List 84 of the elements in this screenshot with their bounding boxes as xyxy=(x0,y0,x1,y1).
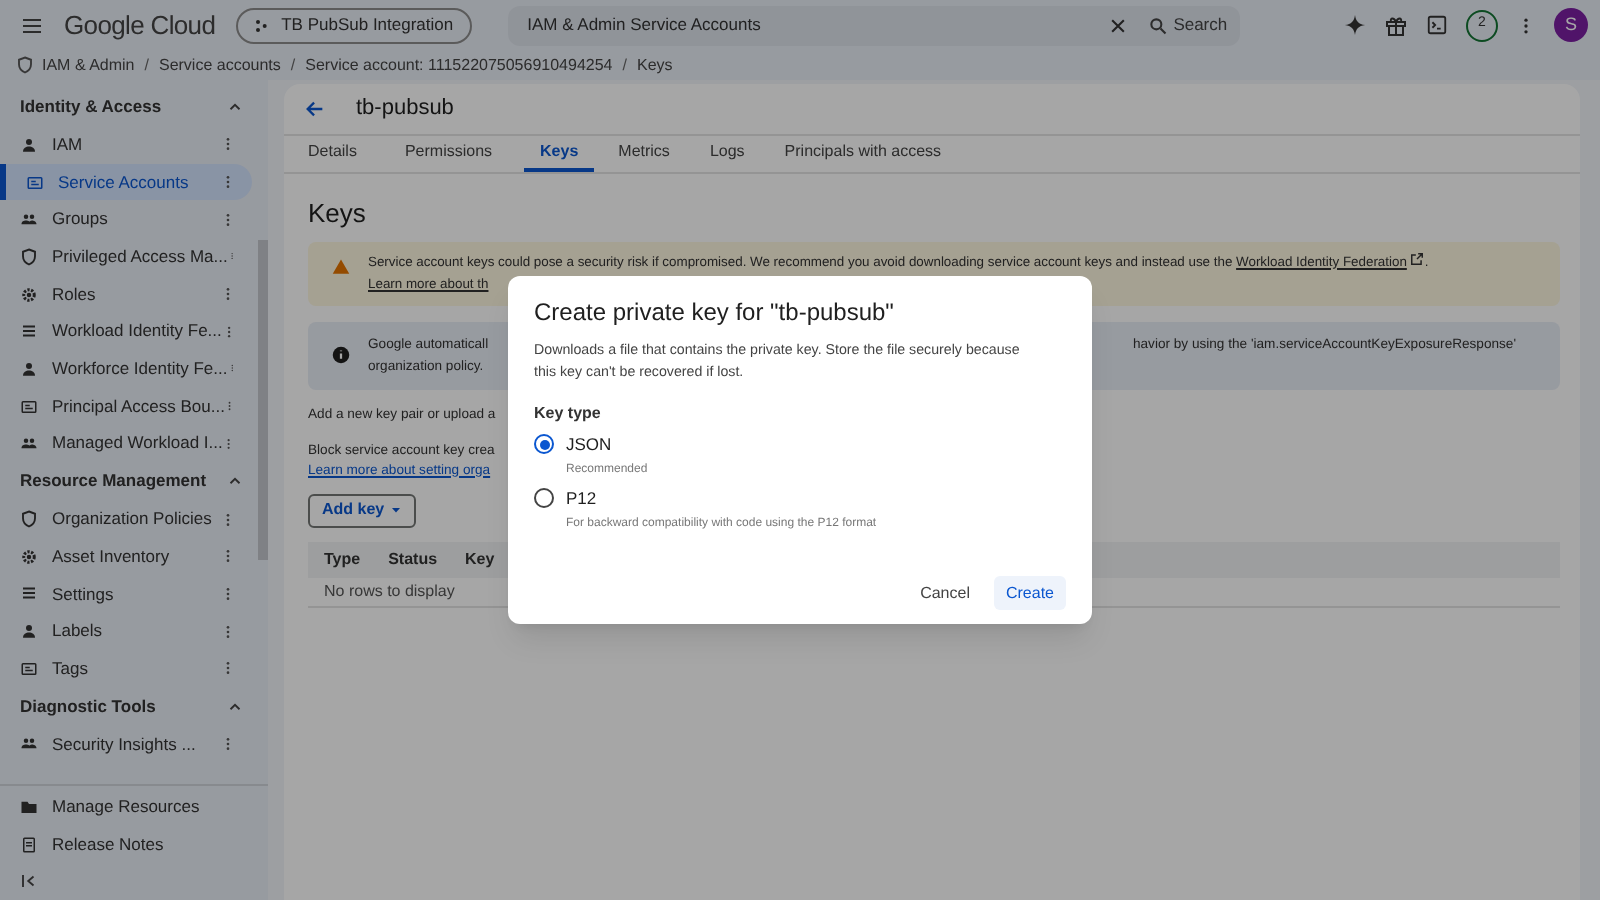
sidebar-item[interactable]: Workforce Identity Fe... xyxy=(0,350,252,388)
folder-icon xyxy=(20,798,38,816)
radio-button[interactable] xyxy=(534,487,554,508)
list-icon xyxy=(20,322,38,341)
dots-icon xyxy=(253,17,270,33)
terminal-icon[interactable] xyxy=(1426,14,1448,36)
option-label: P12 xyxy=(566,485,599,511)
dialog-title: Create private key for "tb-pubsub" xyxy=(534,296,896,330)
back-arrow-icon[interactable] xyxy=(304,98,326,120)
breadcrumb-link[interactable]: IAM & Admin xyxy=(42,53,135,77)
sparkle-icon[interactable] xyxy=(1344,14,1366,36)
tab[interactable]: Details xyxy=(292,136,373,172)
tab[interactable]: Metrics xyxy=(602,136,686,172)
logo-text: Google Cloud xyxy=(64,7,216,44)
collapse-icon[interactable] xyxy=(20,871,38,889)
search-icon xyxy=(1147,15,1168,35)
sidebar-item[interactable]: IAM xyxy=(0,126,252,164)
scrollbar[interactable] xyxy=(258,240,268,560)
shield-icon xyxy=(16,56,34,74)
sidebar-item[interactable]: Asset Inventory xyxy=(0,537,252,576)
people-icon xyxy=(20,210,38,229)
column-header: Status xyxy=(388,547,438,572)
list-icon xyxy=(20,584,38,603)
tab[interactable]: Logs xyxy=(693,136,761,172)
search-button[interactable]: Search xyxy=(1147,12,1228,38)
person-icon xyxy=(20,622,38,641)
sidebar-item[interactable]: Settings xyxy=(0,575,252,613)
breadcrumb-link[interactable]: Keys xyxy=(636,53,673,77)
id-card-icon xyxy=(20,397,38,416)
id-card-icon xyxy=(26,173,44,192)
section-title: Identity & Access xyxy=(20,94,164,120)
tab[interactable]: Principals with access xyxy=(768,136,958,172)
chevron-up-icon[interactable] xyxy=(226,98,244,116)
id-card-icon xyxy=(20,659,38,678)
section-title: Resource Management xyxy=(20,468,209,495)
info-icon xyxy=(332,346,350,364)
document-icon xyxy=(20,836,38,854)
breadcrumb-separator: / xyxy=(288,53,298,77)
sidebar-item[interactable]: Principal Access Bou... xyxy=(0,387,252,425)
column-header: Type xyxy=(324,547,361,572)
gift-icon[interactable] xyxy=(1384,13,1408,37)
radio-button[interactable] xyxy=(534,434,554,454)
person-icon xyxy=(20,359,38,378)
section-heading: Keys xyxy=(308,196,368,232)
breadcrumb-link[interactable]: Service accounts xyxy=(158,53,281,77)
sidebar-item[interactable]: Tags xyxy=(0,649,252,688)
empty-message: No rows to display xyxy=(324,579,455,604)
group-label: Key type xyxy=(534,402,603,426)
breadcrumb-separator: / xyxy=(620,53,629,77)
section-title: Diagnostic Tools xyxy=(20,693,158,719)
option-label: JSON xyxy=(566,432,614,458)
person-icon xyxy=(20,135,38,154)
column-header: Key xyxy=(465,547,495,572)
external-link-icon xyxy=(1410,251,1425,265)
warning-icon xyxy=(332,257,350,275)
breadcrumb-link[interactable]: Service account: 111522075056910494254 xyxy=(305,53,613,77)
shield-icon xyxy=(20,510,38,529)
people-icon xyxy=(20,734,38,753)
footer-item[interactable]: Release Notes xyxy=(0,826,256,864)
sidebar-item[interactable]: Privileged Access Ma... xyxy=(0,238,252,276)
footer-item[interactable]: Manage Resources xyxy=(0,788,256,826)
close-icon[interactable] xyxy=(1107,15,1128,35)
cancel-button[interactable]: Cancel xyxy=(908,576,982,610)
sidebar-item[interactable]: Roles xyxy=(0,275,252,313)
people-icon xyxy=(20,434,38,453)
tab[interactable]: Keys xyxy=(524,136,595,172)
caret-icon xyxy=(390,504,403,517)
sidebar-item[interactable]: Security Insights ... xyxy=(0,725,252,763)
add-key-button[interactable]: Add key xyxy=(308,493,417,528)
sidebar-item[interactable]: Service Accounts xyxy=(0,163,252,201)
breadcrumb-separator: / xyxy=(142,53,151,77)
sidebar-item[interactable]: Workload Identity Fe... xyxy=(0,312,252,351)
search-field[interactable]: IAM & Admin Service Accounts Search xyxy=(507,5,1240,45)
sidebar-item[interactable]: Managed Workload I... xyxy=(0,425,252,463)
project-picker[interactable]: TB PubSub Integration xyxy=(235,7,472,43)
shield-icon xyxy=(20,247,38,266)
create-button[interactable]: Create xyxy=(993,576,1066,610)
page-title: tb-pubsub xyxy=(356,94,454,125)
sidebar-item[interactable]: Organization Policies xyxy=(0,500,252,538)
sidebar-item[interactable]: Groups xyxy=(0,200,252,239)
tab[interactable]: Permissions xyxy=(388,136,509,172)
menu-icon[interactable] xyxy=(20,13,44,37)
sidebar-item[interactable]: Labels xyxy=(0,612,252,650)
avatar[interactable]: S xyxy=(1554,8,1588,42)
